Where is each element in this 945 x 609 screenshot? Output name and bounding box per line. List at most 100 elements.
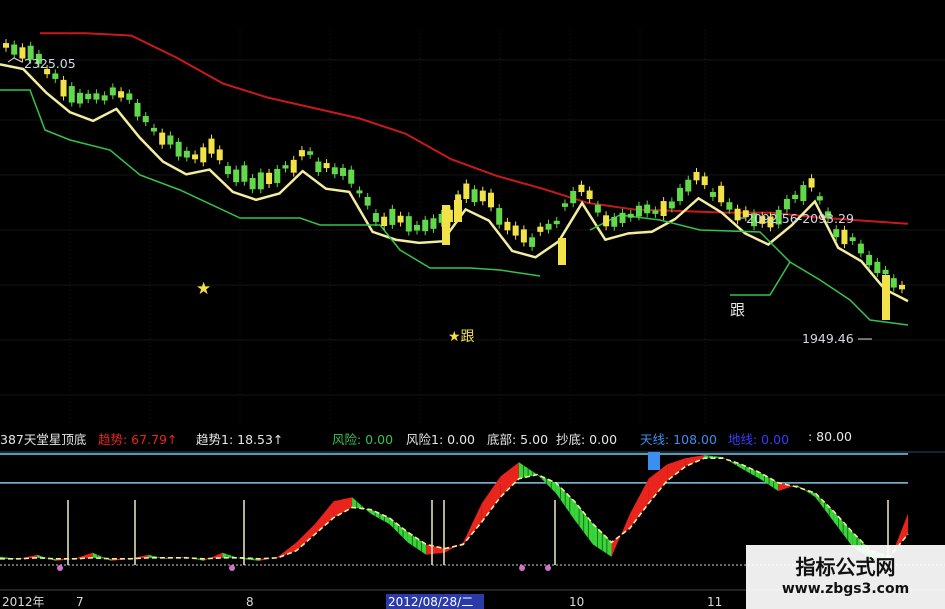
star-marker: ★ — [196, 279, 211, 299]
low-label: 1949.46 — [802, 331, 854, 346]
candle — [660, 201, 667, 216]
candle — [192, 154, 199, 160]
indicator-area — [630, 478, 649, 529]
legend-buy-bottom: 抄底: 0.00 — [556, 432, 618, 447]
candle — [504, 221, 511, 231]
candle — [298, 150, 305, 157]
candle — [307, 151, 314, 155]
candle — [849, 237, 856, 242]
candle — [167, 135, 174, 145]
candle — [644, 204, 651, 214]
price-panel: 2325.05 2092.56-2093.29 1949.46 ★ ★跟 跟 — [0, 30, 945, 425]
candle — [627, 213, 634, 218]
candle — [126, 93, 133, 100]
candle — [134, 102, 141, 117]
candle — [159, 132, 166, 145]
candle — [241, 165, 248, 182]
candle — [249, 178, 256, 190]
candle — [882, 269, 889, 275]
candle — [348, 169, 355, 184]
indicator-area — [426, 544, 445, 555]
indicator-area — [315, 501, 334, 535]
candle — [93, 93, 100, 100]
candle — [899, 284, 905, 290]
candle — [85, 93, 92, 100]
candle — [266, 172, 273, 185]
legend-title: 387天堂星顶底 — [0, 432, 87, 447]
candle — [471, 189, 478, 203]
candle — [274, 168, 281, 184]
candle — [545, 223, 552, 230]
candle — [323, 163, 330, 169]
chart-canvas: 2325.05 2092.56-2093.29 1949.46 ★ ★跟 跟 2… — [0, 30, 945, 609]
candle-tall — [882, 275, 890, 320]
candle — [734, 208, 741, 221]
candle — [11, 44, 18, 55]
indicator-legend: 387天堂星顶底 趋势: 67.79↑ 趋势1: 18.53↑ 风险: 0.00… — [0, 428, 945, 447]
candle — [833, 229, 840, 238]
candle — [479, 190, 486, 202]
candle — [816, 196, 823, 201]
watermark-url: www.zbgs3.com — [781, 581, 910, 597]
star-follow-marker: ★跟 — [448, 329, 475, 345]
candle — [792, 194, 799, 200]
candle — [561, 203, 568, 207]
candle — [414, 224, 421, 231]
candle — [487, 192, 494, 208]
candle — [537, 226, 544, 232]
x-tick-label: 10 — [569, 595, 584, 609]
candle — [693, 172, 700, 181]
candle — [233, 169, 240, 183]
candle — [709, 192, 716, 197]
candle — [553, 220, 560, 225]
trend1-line — [0, 457, 909, 560]
candle — [381, 216, 388, 226]
trend-line — [730, 261, 791, 296]
candle — [619, 212, 626, 223]
candle — [422, 219, 429, 232]
legend-risk: 风险: 0.00 — [332, 432, 394, 447]
watermark-name: 指标公式网 — [795, 555, 896, 579]
candle — [142, 116, 149, 123]
candle — [290, 159, 297, 173]
candle — [685, 179, 692, 192]
candle — [430, 218, 437, 229]
legend-risk1: 风险1: 0.00 — [406, 432, 475, 447]
x-tick-label: 11 — [707, 595, 722, 609]
candle — [512, 225, 519, 236]
legend-bottom: 底部: 5.00 — [487, 432, 549, 447]
indicator-area — [203, 552, 223, 561]
candle — [208, 138, 215, 154]
x-tick-label: 7 — [76, 595, 84, 609]
candle — [890, 278, 897, 288]
candle — [652, 210, 659, 214]
candle — [677, 187, 684, 202]
candle — [701, 176, 708, 186]
candle — [529, 237, 536, 247]
candle — [356, 190, 363, 194]
candle-tall — [558, 238, 566, 265]
candle — [150, 127, 157, 132]
bottom-dot — [57, 565, 63, 571]
candle — [635, 205, 642, 217]
candle — [718, 185, 725, 203]
candle — [331, 167, 338, 175]
candle — [76, 92, 83, 104]
candle — [520, 229, 527, 243]
candle-tall — [454, 200, 462, 222]
candle — [668, 201, 675, 209]
candle — [372, 213, 379, 222]
x-tick-label-highlight: 2012/08/28/二 — [388, 595, 473, 609]
candle — [594, 204, 601, 213]
candle — [175, 141, 182, 157]
candle — [364, 196, 371, 206]
candle — [109, 87, 116, 96]
candle — [611, 216, 618, 227]
candle — [389, 208, 396, 225]
candle — [405, 216, 412, 232]
legend-trend1: 趋势1: 18.53↑ — [196, 432, 284, 447]
indicator-area — [463, 503, 482, 545]
candle — [800, 185, 807, 202]
legend-level-80: : 80.00 — [808, 429, 852, 444]
indicator-area — [500, 462, 519, 498]
